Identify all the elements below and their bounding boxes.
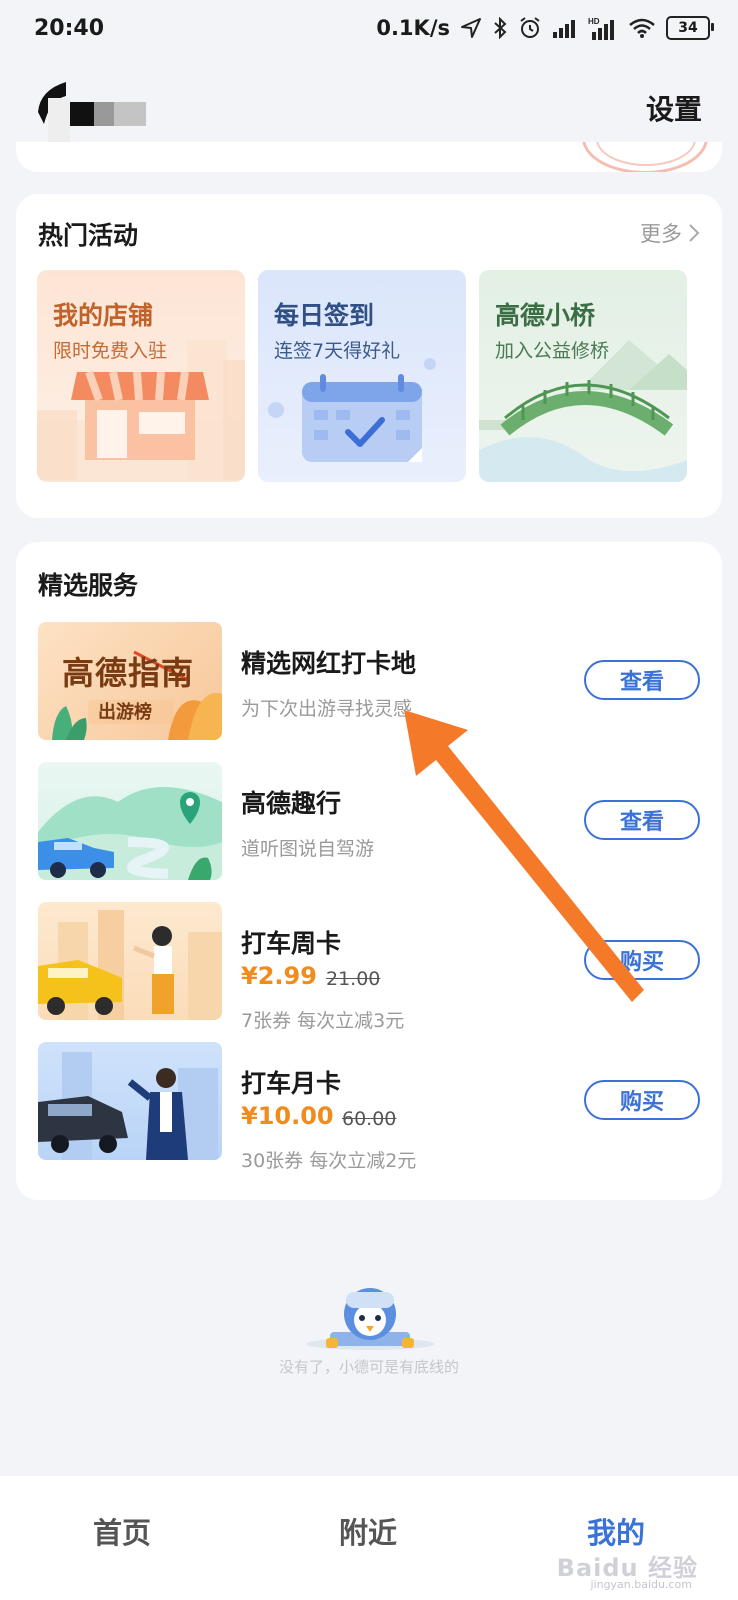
profile-header: 设置 — [0, 64, 738, 154]
alarm-icon — [520, 17, 540, 38]
network-speed: 0.1K/s — [376, 16, 450, 40]
status-bar: 20:40 0.1K/s HD 34 — [0, 0, 738, 64]
wifi-icon — [629, 18, 655, 38]
taxi-man-illustration — [38, 1052, 218, 1160]
battery-icon: 34 — [666, 16, 714, 40]
service-old-price: 21.00 — [326, 968, 381, 990]
chevron-right-icon — [689, 224, 700, 242]
watermark-url: jingyan.baidu.com — [590, 1578, 692, 1591]
nav-nearby[interactable]: 附近 — [308, 1510, 428, 1552]
road-trip-illustration — [38, 787, 222, 880]
service-row-weekly-card[interactable]: 打车周卡 ¥2.99 21.00 7张券 每次立减3元 购买 — [38, 902, 700, 1032]
status-icons: 0.1K/s HD 34 — [376, 16, 714, 40]
service-thumbnail — [38, 1042, 222, 1160]
activity-title: 高德小桥 — [495, 301, 596, 330]
nav-home[interactable]: 首页 — [62, 1510, 182, 1552]
location-icon — [461, 18, 481, 38]
service-thumbnail — [38, 762, 222, 880]
service-title: 精选网红打卡地 — [241, 649, 417, 678]
view-button[interactable]: 查看 — [584, 660, 700, 700]
service-thumbnail — [38, 902, 222, 1020]
service-row-hot-spots[interactable]: 高德指南 出游榜 精选网红打卡地 为下次出游寻找灵感 查看 — [38, 622, 700, 742]
bottom-nav: 首页 附近 我的 Baidu 经验 jingyan.baidu.com — [0, 1476, 738, 1600]
service-desc: 为下次出游寻找灵感 — [241, 698, 413, 720]
service-desc: 道听图说自驾游 — [241, 838, 375, 860]
service-thumbnail: 高德指南 出游榜 — [38, 622, 222, 740]
activity-subtitle: 加入公益修桥 — [495, 340, 610, 362]
buy-button[interactable]: 购买 — [584, 940, 700, 980]
status-time: 20:40 — [34, 16, 105, 41]
service-desc: 30张券 每次立减2元 — [241, 1150, 417, 1172]
svg-text:HD: HD — [588, 17, 600, 26]
hd-signal-icon: HD — [588, 17, 614, 40]
thumb-badge: 出游榜 — [98, 702, 152, 723]
service-title: 打车月卡 — [241, 1069, 342, 1098]
service-title: 高德趣行 — [241, 789, 342, 818]
hot-activities-card: 热门活动 更多 我的店铺 限时免费入驻 每日签到 连签7天得好礼 高德小桥 加入… — [16, 194, 722, 518]
service-price: ¥10.00 — [241, 1102, 334, 1130]
activity-daily-checkin[interactable]: 每日签到 连签7天得好礼 — [258, 270, 466, 482]
end-of-list-text: 没有了，小德可是有底线的 — [278, 1358, 459, 1376]
service-desc: 7张券 每次立减3元 — [241, 1010, 405, 1032]
hot-activities-title: 热门活动 — [38, 221, 139, 250]
activity-title: 每日签到 — [274, 301, 375, 330]
service-row-monthly-card[interactable]: 打车月卡 ¥10.00 60.00 30张券 每次立减2元 购买 — [38, 1042, 700, 1172]
profile-card-bottom — [16, 142, 722, 172]
list-end-footer: 没有了，小德可是有底线的 — [0, 1250, 738, 1410]
taxi-woman-illustration — [38, 910, 222, 1020]
nav-mine[interactable]: 我的 — [556, 1510, 676, 1552]
battery-level: 34 — [678, 20, 698, 36]
activity-my-store[interactable]: 我的店铺 限时免费入驻 — [37, 270, 245, 482]
view-button[interactable]: 查看 — [584, 800, 700, 840]
mascot-icon — [306, 1288, 434, 1350]
service-row-gaode-trip[interactable]: 高德趣行 道听图说自驾游 查看 — [38, 762, 700, 882]
activity-title: 我的店铺 — [53, 301, 154, 330]
more-label: 更多 — [640, 222, 682, 246]
signal-icon — [553, 20, 575, 38]
selected-services-title: 精选服务 — [38, 571, 139, 600]
service-old-price: 60.00 — [342, 1108, 397, 1130]
more-link[interactable]: 更多 — [640, 218, 700, 248]
service-price: ¥2.99 — [241, 962, 317, 990]
selected-services-card: 精选服务 高德指南 出游榜 精选网红打卡地 为下次出游寻找灵感 查看 高德趣行 … — [16, 542, 722, 1200]
bluetooth-icon — [494, 16, 507, 40]
activity-subtitle: 限时免费入驻 — [53, 340, 168, 362]
activity-gaode-bridge[interactable]: 高德小桥 加入公益修桥 — [479, 270, 687, 482]
thumb-title: 高德指南 — [62, 654, 195, 692]
activity-subtitle: 连签7天得好礼 — [274, 340, 401, 362]
service-title: 打车周卡 — [241, 929, 342, 958]
settings-button[interactable]: 设置 — [646, 88, 702, 128]
buy-button[interactable]: 购买 — [584, 1080, 700, 1120]
avatar[interactable] — [36, 72, 148, 142]
